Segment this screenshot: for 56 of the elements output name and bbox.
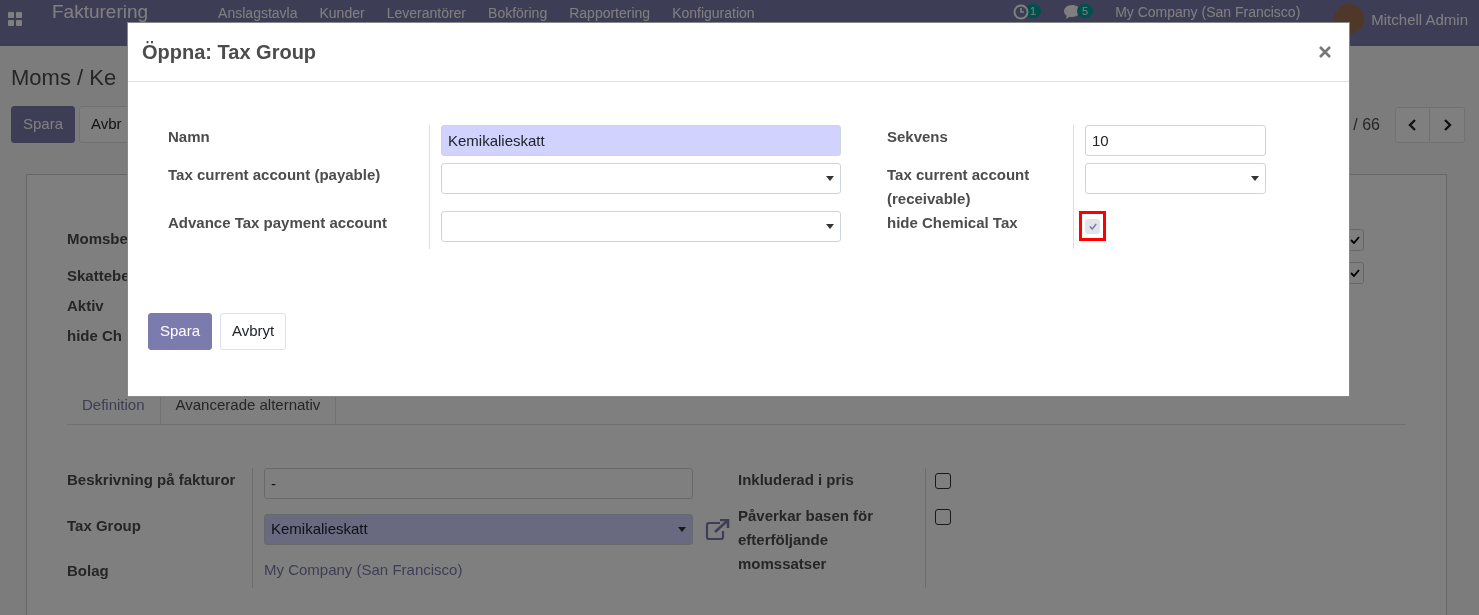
menu-item[interactable]: Leverantörer (386, 5, 467, 21)
menu-item[interactable]: Rapportering (569, 5, 651, 21)
field-label: Momsbe (67, 229, 129, 249)
check-icon (1088, 222, 1097, 230)
user-menu[interactable]: Mitchell Admin (1371, 4, 1468, 32)
company-link[interactable]: My Company (San Francisco) (264, 551, 463, 582)
check-icon (1350, 269, 1360, 277)
company-switcher[interactable]: My Company (San Francisco) (1115, 4, 1301, 20)
input-field[interactable]: Kemikalieskatt (441, 125, 841, 156)
select-field[interactable] (1085, 163, 1266, 194)
field-label: Påverkar basen för efterföljande momssatser (738, 505, 875, 574)
breadcrumb[interactable]: Moms / Ke (0, 46, 117, 92)
notification-badge: 5 (1077, 4, 1094, 18)
caret-icon (826, 224, 834, 229)
cancel-button[interactable]: Avbryt (220, 313, 287, 350)
field-label: Tax current account (receivable) (887, 165, 1031, 209)
checkbox[interactable] (1085, 218, 1100, 234)
field-label: Tax Group (67, 516, 142, 536)
pager-text: / 66 (1353, 114, 1380, 135)
input-field[interactable]: - (264, 468, 693, 499)
field-label: Tax current account (payable) (168, 165, 381, 185)
input-field[interactable]: 10 (1085, 125, 1266, 156)
field-label: Sekvens (887, 127, 949, 147)
field-label: Skattebe (67, 266, 130, 286)
check-icon (1350, 236, 1360, 244)
select-field[interactable] (441, 163, 841, 194)
caret-icon (1251, 176, 1259, 181)
save-button[interactable]: Spara (148, 313, 213, 350)
field-label: Advance Tax payment account (168, 213, 387, 233)
field-label: Namn (168, 127, 210, 147)
previous-button[interactable] (1395, 106, 1430, 143)
app-title: Fakturering (52, 2, 149, 22)
field-label: Beskrivning på fakturor (67, 470, 237, 490)
external-link-icon[interactable] (705, 519, 731, 541)
dialog-title: Öppna: Tax Group (142, 40, 317, 65)
field-label: Inkluderad i pris (738, 470, 855, 490)
next-button[interactable] (1430, 106, 1465, 143)
menu-item[interactable]: Konfiguration (672, 5, 755, 21)
menu-item[interactable]: Bokföring (488, 5, 548, 21)
save-button[interactable]: Spara (11, 106, 76, 143)
caret-icon (678, 527, 686, 532)
select-field[interactable] (441, 211, 841, 242)
field-label: Aktiv (67, 296, 105, 316)
field-label: Bolag (67, 561, 110, 581)
field-label: hide Ch (67, 326, 123, 346)
select-field[interactable]: Kemikalieskatt (264, 514, 693, 545)
field-label: hide Chemical Tax (887, 213, 1019, 233)
tab[interactable]: Definition (67, 386, 160, 424)
caret-icon (826, 176, 834, 181)
menu-item[interactable]: Anslagstavla (218, 5, 298, 21)
activity-icon[interactable] (1012, 4, 1029, 20)
checkbox[interactable] (935, 508, 951, 525)
apps-menu-icon[interactable] (8, 12, 22, 26)
menu-item[interactable]: Kunder (319, 5, 365, 21)
checkbox[interactable] (935, 473, 951, 489)
close-icon[interactable] (1319, 46, 1331, 58)
